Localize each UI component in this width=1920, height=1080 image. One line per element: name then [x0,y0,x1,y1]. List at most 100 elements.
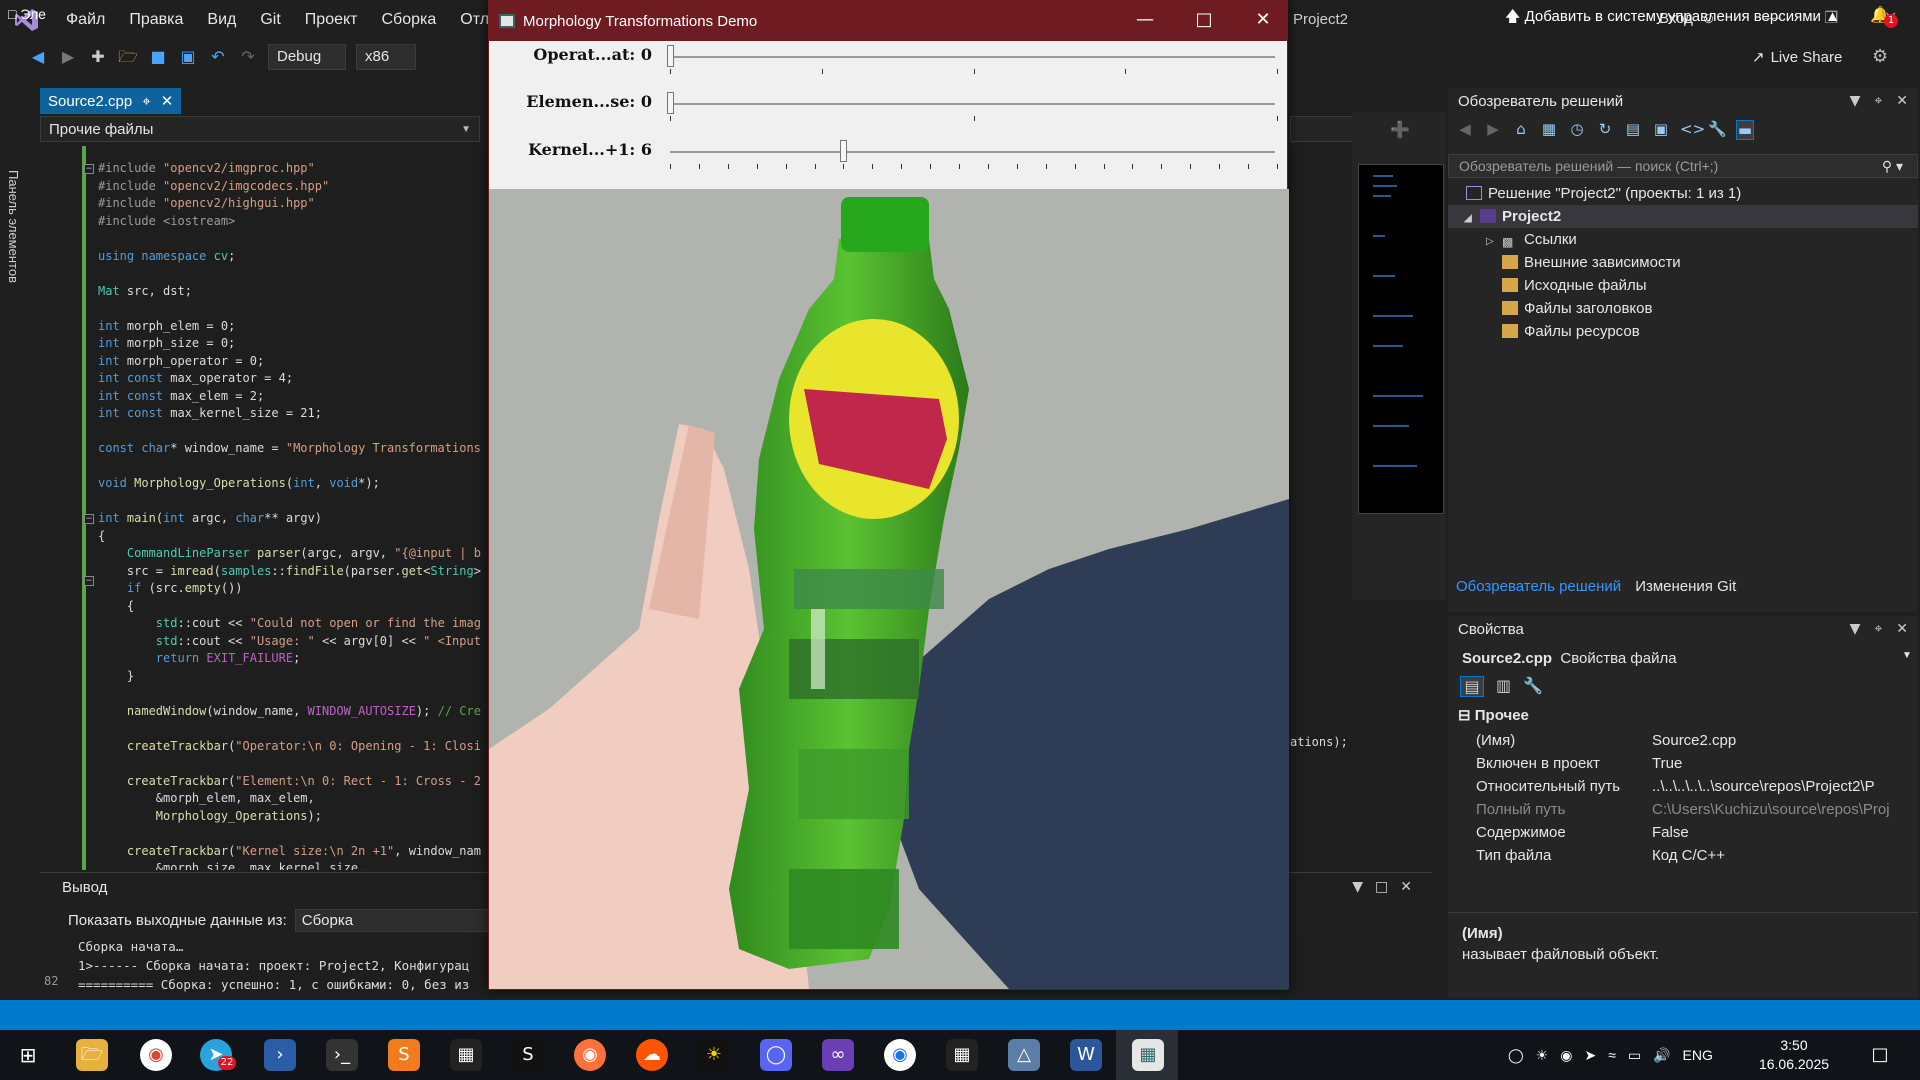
sun-app-icon[interactable]: ☀ [698,1039,730,1071]
output-source-select[interactable]: Сборка [294,909,495,932]
config-select[interactable]: Debug [268,44,346,70]
trackbar-thumb[interactable] [667,92,674,114]
switch-views-icon[interactable]: ▦ [1540,120,1558,140]
trackbar-operator[interactable]: Operat...at: 0 [489,41,1287,87]
member-dropdown[interactable] [1290,116,1354,142]
search-icon[interactable]: ⚲ ▾ [1882,155,1903,177]
tree-project[interactable]: ◢ Project2 [1448,205,1918,228]
file-explorer-icon[interactable]: 🗁 [76,1039,108,1071]
live-share-button[interactable]: ↗ Live Share [1752,48,1842,67]
property-row[interactable]: Содержимое False [1448,821,1918,844]
scope-dropdown[interactable]: Прочие файлы ▼ [40,116,480,142]
tab-solution-explorer[interactable]: Обозреватель решений [1456,578,1621,604]
sun-tray-icon[interactable]: ☀ [1536,1047,1549,1064]
wifi-icon[interactable]: ≈ [1608,1047,1616,1063]
undo-icon[interactable]: ↶ [208,47,228,67]
open-folder-icon[interactable]: 🗁 [118,47,138,67]
history-icon[interactable]: ◷ [1568,120,1586,140]
property-row[interactable]: Полный путь C:\Users\Kuchizu\source\repos… [1448,798,1918,821]
firefox-icon[interactable]: ◉ [574,1039,606,1071]
properties-category[interactable]: ⊟ Прочее [1458,706,1529,724]
properties-object-selector[interactable]: Source2.cpp Свойства файла ▼ [1462,650,1912,667]
close-icon[interactable]: ✕ [1400,879,1412,895]
console-icon[interactable]: ▦ [450,1039,482,1071]
trackbar-kernel[interactable]: Kernel...+1: 6 [489,136,1287,182]
menu-file[interactable]: Файл [54,0,117,40]
property-row[interactable]: (Имя) Source2.cpp [1448,729,1918,752]
trackbar-thumb[interactable] [840,140,848,162]
property-row[interactable]: Тип файла Код C/C++ [1448,844,1918,867]
word-icon[interactable]: W [1070,1039,1102,1071]
close-icon[interactable]: ✕ [1896,93,1908,109]
sublime-icon[interactable]: S [388,1039,420,1071]
minimize-button[interactable]: — [1133,9,1157,30]
pin-icon[interactable]: ⌖ [142,93,150,110]
feedback-icon[interactable]: ⚙ [1872,46,1888,67]
tree-item-header-files[interactable]: Файлы заголовков [1448,297,1918,320]
maximize-button[interactable]: □ [1192,9,1216,30]
fold-toggle[interactable]: − [84,576,94,586]
discord-tray-icon[interactable]: ◯ [1508,1047,1524,1064]
tree-item-references[interactable]: ▷ ▩ Ссылки [1448,228,1918,251]
fold-toggle[interactable]: − [84,164,94,174]
clock[interactable]: 3:50 16.06.2025 [1754,1036,1834,1074]
back-icon[interactable]: ◀ [28,47,48,67]
add-to-source-control-button[interactable]: 🡅 Добавить в систему управления версиями… [1505,6,1840,31]
photos-icon[interactable]: △ [1008,1039,1040,1071]
pin-icon[interactable]: ⌖ [1874,621,1882,637]
tab-git-changes[interactable]: Изменения Git [1635,578,1736,604]
save-all-icon[interactable]: ▣ [178,47,198,67]
steelseries-icon[interactable]: S [512,1039,544,1071]
terminal-icon[interactable]: ›_ [326,1039,358,1071]
close-icon[interactable]: ✕ [1896,621,1908,637]
property-pages-wrench-icon[interactable]: 🔧 [1523,676,1543,697]
language-indicator[interactable]: ENG [1683,1047,1713,1063]
redo-icon[interactable]: ↷ [238,47,258,67]
dropdown-icon[interactable]: ▼ [1850,93,1861,109]
pin-icon[interactable]: ⌖ [1874,93,1882,109]
categorized-icon[interactable]: ▤ [1460,676,1484,697]
split-editor-icon[interactable]: ➕ [1390,120,1410,139]
forward-icon[interactable]: ▶ [58,47,78,67]
cmd-icon[interactable]: ▦ [946,1039,978,1071]
preview-icon[interactable]: ▬ [1736,120,1754,140]
tab-source2[interactable]: Source2.cpp ⌖ ✕ [40,88,182,114]
gamepad-app-icon[interactable]: ◯ [760,1039,792,1071]
telegram-tray-icon[interactable]: ➤ [1584,1047,1596,1064]
nvidia-tray-icon[interactable]: ◉ [1560,1047,1572,1064]
tree-item-resource-files[interactable]: Файлы ресурсов [1448,320,1918,343]
powershell-icon[interactable]: › [264,1039,296,1071]
trackbar-thumb[interactable] [667,45,674,67]
visual-studio-taskbar-icon[interactable]: ∞ [822,1039,854,1071]
menu-view[interactable]: Вид [195,0,248,40]
sync-icon[interactable]: ↻ [1596,120,1614,140]
save-icon[interactable]: ■ [148,47,168,67]
volume-icon[interactable]: 🔊 [1653,1047,1670,1064]
chrome-icon[interactable]: ◉ [140,1039,172,1071]
show-all-files-icon[interactable]: ▣ [1652,120,1670,140]
collapse-icon[interactable]: ◢ [1464,207,1476,230]
notification-center-icon[interactable]: □ [1864,1039,1896,1071]
tree-solution[interactable]: Решение "Project2" (проекты: 1 из 1) [1448,182,1918,205]
menu-build[interactable]: Сборка [370,0,449,40]
menu-edit[interactable]: Правка [117,0,195,40]
alphabetical-icon[interactable]: ▥ [1496,676,1511,697]
properties-wrench-icon[interactable]: 🔧 [1708,120,1727,140]
close-tab-icon[interactable]: ✕ [161,92,174,110]
code-view-icon[interactable]: <> [1680,120,1705,140]
tree-item-external-deps[interactable]: Внешние зависимости [1448,251,1918,274]
back-icon[interactable]: ◀ [1456,120,1474,140]
home-icon[interactable]: ⌂ [1512,120,1530,140]
solution-search-input[interactable]: Обозреватель решений — поиск (Ctrl+;) ⚲ … [1448,154,1918,178]
platform-select[interactable]: x86 [356,44,416,70]
property-row[interactable]: Включен в проект True [1448,752,1918,775]
cv-window-titlebar[interactable]: Morphology Transformations Demo — □ ✕ [489,1,1287,41]
soundcloud-icon[interactable]: ☁ [636,1039,668,1071]
minimap[interactable] [1358,164,1444,514]
toolbox-side-tab[interactable]: Панель элементов [0,80,30,1000]
dropdown-icon[interactable]: ▼ [1352,879,1363,895]
trackbar-element[interactable]: Elemen...se: 0 [489,88,1287,134]
collapse-all-icon[interactable]: ▤ [1624,120,1642,140]
battery-icon[interactable]: ▭ [1628,1047,1641,1064]
chrome-canary-icon[interactable]: ◉ [884,1039,916,1071]
